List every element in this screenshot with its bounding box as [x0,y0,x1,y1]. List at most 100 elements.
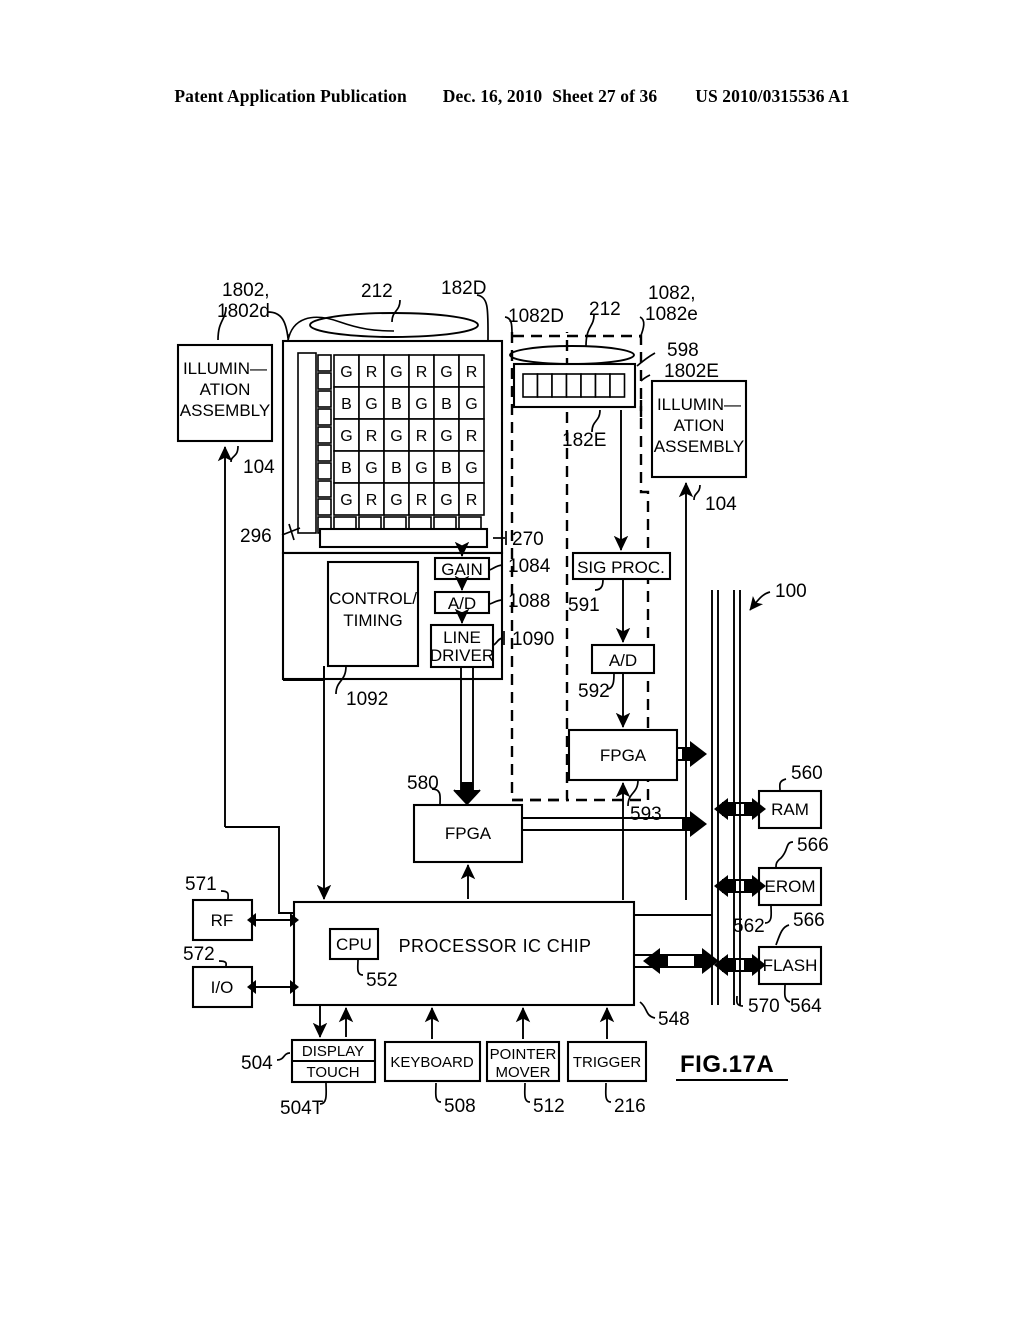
bayer-cell-label: B [391,396,402,413]
ref-1088: 1088 [508,591,550,612]
bayer-cell-label: G [340,492,352,509]
bayer-cell-label: G [390,492,402,509]
illumination-assembly-right-line1: ILLUMIN— [657,395,741,414]
ref-1802: 1802, [222,280,270,301]
leader-598 [636,352,656,367]
ref-552: 552 [366,970,398,991]
bayer-cell-label: B [441,460,452,477]
system-bus-lines [711,590,741,1005]
bayer-cell-label: G [465,460,477,477]
ref-504T: 504T [280,1098,324,1119]
ref-212-left: 212 [361,281,393,302]
pointer-mover-line2: MOVER [495,1064,550,1081]
horizontal-readout-register [318,527,489,549]
bayer-cell-label: R [466,364,478,381]
bayer-cell-label: B [391,460,402,477]
processor-ic-chip-label: PROCESSOR IC CHIP [399,936,592,956]
ad-right-label: A/D [609,651,637,670]
bayer-cell-label: G [390,428,402,445]
leader-548 [639,1001,656,1019]
bayer-cell-label: B [441,396,452,413]
control-timing-line1: CONTROL/ [329,589,417,608]
linear-sensor-cell [551,373,568,398]
leader-212-left [391,299,401,323]
ref-1082e: 1082e [645,304,698,325]
ref-1092: 1092 [346,689,388,710]
imaging-lens-212-right [509,345,635,365]
ref-216: 216 [614,1096,646,1117]
flash-label: FLASH [763,956,818,975]
leader-504 [276,1052,291,1061]
keyboard-label: KEYBOARD [390,1054,474,1071]
rf-label: RF [211,911,234,930]
ref-212-right: 212 [589,299,621,320]
ref-182E: 182E [562,430,606,451]
bayer-cell-label: R [466,492,478,509]
ref-504: 504 [241,1053,273,1074]
leader-100 [749,591,771,611]
fpga-right-label: FPGA [600,746,647,765]
bayer-cell-label: G [340,364,352,381]
pointer-mover-line1: POINTER [490,1046,557,1063]
ref-508: 508 [444,1096,476,1117]
control-timing-line2: TIMING [343,611,403,630]
line-driver-line1: LINE [443,628,481,647]
cpu-label: CPU [336,935,372,954]
leader-182E [591,409,601,433]
illumination-assembly-left-line3: ASSEMBLY [180,401,270,420]
ref-593: 593 [630,804,662,825]
ref-580: 580 [407,773,439,794]
ref-566a: 566 [797,835,829,856]
fpga-left-label: FPGA [445,824,492,843]
bayer-cell-label: G [440,364,452,381]
leader-560 [778,778,787,791]
bus-fpga-left-to-systembus [522,811,707,837]
ram-label: RAM [771,800,809,819]
ref-592: 592 [578,681,610,702]
sig-proc-label: SIG PROC. [577,558,665,577]
line-driver-line2: DRIVER [430,646,494,665]
linear-sensor-cell [594,373,611,398]
illumination-assembly-right-line3: ASSEMBLY [654,437,744,456]
leader-1802E [640,374,651,382]
patent-figure-17a: G R G R G RB G B G B GG R G R G RB G B G B GG R G R G R ILLUMIN— … [176,278,829,1119]
ref-570: 570 [748,996,780,1017]
bayer-cell-label: G [440,428,452,445]
ref-296: 296 [240,526,272,547]
linear-sensor-cells [522,373,626,398]
ref-591: 591 [568,595,600,616]
ref-572: 572 [183,944,215,965]
bus-processor-to-systembus [634,948,719,974]
leader-1082e [639,316,645,339]
bayer-cell-label: G [365,460,377,477]
ref-548: 548 [658,1009,690,1030]
vertical-register-strip [297,352,317,534]
bayer-cell-label: R [416,364,428,381]
ref-1090: 1090 [512,629,554,650]
illumination-assembly-left-line1: ILLUMIN— [183,359,267,378]
ref-571: 571 [185,874,217,895]
leader-104-right [693,484,701,501]
leader-182D [476,294,489,341]
figure-label: FIG.17A [680,1051,774,1078]
ref-566b: 566 [793,910,825,931]
bayer-cell-label: R [366,492,378,509]
leader-508 [434,1082,442,1103]
ref-564: 564 [790,996,822,1017]
bus-linedriver-to-fpga [453,667,481,806]
bayer-cell-label: R [416,492,428,509]
trigger-label: TRIGGER [573,1054,642,1071]
ad-left-label: A/D [448,594,476,613]
bayer-cell-label: R [466,428,478,445]
bayer-sensor-grid: G R G R G RB G B G B GG R G R G RB G B G B GG R G R G R [333,354,485,516]
linear-sensor-cell [536,373,553,398]
linear-sensor-cell [580,373,597,398]
bayer-cell-label: G [365,396,377,413]
ref-182D: 182D [441,278,486,299]
ref-562: 562 [733,916,765,937]
erom-label: EROM [765,877,816,896]
leader-593 [627,779,639,807]
leader-512 [523,1082,531,1103]
ref-1802d: 1802d [217,301,270,322]
leader-572 [218,960,228,967]
